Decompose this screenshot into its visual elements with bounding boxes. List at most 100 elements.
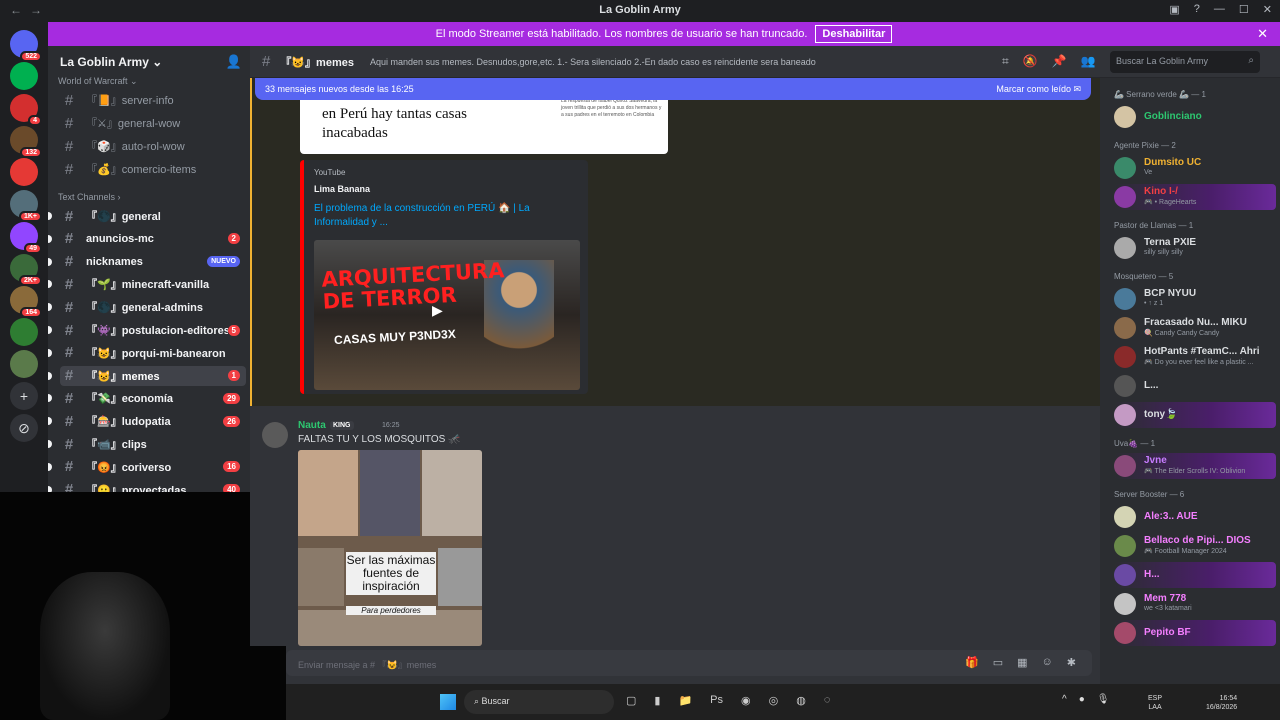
- member-item[interactable]: Fracasado Nu... MIKU 🍭 Candy Candy Candy: [1114, 315, 1276, 341]
- message: Nauta KING 16:25 FALTAS TU Y LOS MOSQUIT…: [250, 414, 1100, 646]
- channel-item[interactable]: # 『💰』comercio-items: [60, 159, 246, 179]
- close-icon[interactable]: ✕: [1257, 26, 1268, 42]
- language-indicator[interactable]: ESP LAA: [1148, 694, 1162, 712]
- new-messages-bar[interactable]: 33 mensajes nuevos desde las 16:25 Marca…: [255, 78, 1091, 100]
- apps-icon[interactable]: ✱: [1067, 656, 1076, 669]
- channel-item[interactable]: # 『🌑』general: [48, 206, 246, 226]
- minimize-button[interactable]: —: [1214, 3, 1225, 16]
- channel-item[interactable]: # 『🌱』minecraft-vanilla: [48, 274, 246, 294]
- channel-item[interactable]: # 『😡』coriverso 16: [48, 457, 246, 477]
- member-item[interactable]: Ale:3.. AUE: [1114, 504, 1276, 530]
- server-icon[interactable]: [10, 158, 38, 186]
- member-item[interactable]: Goblinciano: [1114, 104, 1276, 130]
- video-thumbnail[interactable]: ARQUITECTURA DE TERROR CASAS MUY P3ND3X ▶: [314, 240, 580, 390]
- channel-item[interactable]: # nicknames NUEVO: [48, 252, 246, 272]
- server-icon[interactable]: 522: [10, 30, 42, 62]
- member-item[interactable]: tony🍃: [1114, 402, 1276, 428]
- channel-item[interactable]: # 『👾』postulacion-editores 5: [48, 320, 246, 340]
- app-icon[interactable]: ▮: [654, 694, 660, 707]
- channel-item[interactable]: # 『😺』porqui-mi-banearon: [48, 343, 246, 363]
- channel-topic[interactable]: Aqui manden sus memes. Desnudos,gore,etc…: [370, 57, 816, 67]
- message-author[interactable]: Nauta: [298, 420, 326, 431]
- mark-read-button[interactable]: Marcar como leído ✉: [996, 84, 1081, 95]
- inbox-icon[interactable]: ▣: [1169, 3, 1179, 16]
- threads-icon[interactable]: ⌗: [1002, 54, 1009, 69]
- category-header[interactable]: Text Channels ›: [58, 192, 121, 202]
- avatar[interactable]: [262, 422, 288, 448]
- server-icon[interactable]: 4: [10, 94, 42, 126]
- hash-icon: #: [262, 53, 271, 70]
- maximize-button[interactable]: ☐: [1239, 3, 1249, 16]
- server-icon[interactable]: 1K+: [10, 190, 42, 222]
- hash-icon: #: [64, 91, 74, 109]
- channel-item[interactable]: # anuncios-mc 2: [48, 229, 246, 249]
- gif-icon[interactable]: ▭: [993, 656, 1003, 669]
- news-image[interactable]: en Perú hay tantas casas inacabadas La r…: [300, 98, 668, 154]
- channel-item[interactable]: # 『😺』memes 1: [48, 365, 246, 386]
- tray-icon[interactable]: ●: [1079, 694, 1085, 705]
- folder-icon[interactable]: 📁: [678, 694, 692, 707]
- discover-icon[interactable]: ⊘: [10, 414, 38, 442]
- channel-item[interactable]: # 『💸』economía 29: [48, 388, 246, 408]
- member-item[interactable]: Dumsito UC Ve: [1114, 155, 1276, 181]
- close-window-button[interactable]: ✕: [1263, 3, 1272, 16]
- disable-streamer-button[interactable]: Deshabilitar: [815, 25, 893, 43]
- member-item[interactable]: L...: [1114, 373, 1276, 399]
- sticker-icon[interactable]: ▦: [1017, 656, 1027, 669]
- meme-image[interactable]: Ser las máximas fuentes de inspiración P…: [298, 450, 482, 646]
- member-name: Bellaco de Pipi... DIOS: [1144, 535, 1251, 546]
- pin-icon[interactable]: 📌: [1052, 54, 1067, 69]
- member-item[interactable]: Bellaco de Pipi... DIOS 🎮 Football Manage…: [1114, 533, 1276, 559]
- channel-item[interactable]: # 『📙』server-info: [60, 90, 246, 110]
- help-icon[interactable]: ?: [1194, 3, 1200, 16]
- server-header[interactable]: La Goblin Army ⌄ 👤: [48, 46, 250, 78]
- members-icon[interactable]: 👥: [1081, 54, 1096, 69]
- member-item[interactable]: Pepito BF: [1114, 620, 1276, 646]
- member-item[interactable]: H...: [1114, 562, 1276, 588]
- server-icon[interactable]: 2K+: [10, 254, 42, 286]
- channel-item[interactable]: # 『📹』clips: [48, 434, 246, 454]
- tray-chevron-icon[interactable]: ^: [1062, 694, 1067, 705]
- app-icon-3[interactable]: ◌: [824, 694, 831, 707]
- taskbar-search[interactable]: ⌕ Buscar: [464, 690, 614, 714]
- gift-icon[interactable]: 🎁: [965, 656, 979, 669]
- channel-item[interactable]: # 『⚔』general-wow: [60, 113, 246, 133]
- unread-indicator: [48, 326, 52, 334]
- member-item[interactable]: BCP NYUU • ↑ z 1: [1114, 286, 1276, 312]
- category-header[interactable]: World of Warcraft ⌄: [58, 76, 138, 87]
- photoshop-icon[interactable]: Ps: [710, 694, 723, 707]
- mute-icon[interactable]: 🔕: [1023, 54, 1038, 69]
- server-icon[interactable]: [10, 350, 38, 378]
- embed-title-link[interactable]: El problema de la construcción en PERÚ 🏠…: [314, 202, 554, 230]
- add-server-icon[interactable]: +: [10, 382, 38, 410]
- channel-item[interactable]: # 『😐』proyectadas 40: [48, 480, 246, 492]
- search-input[interactable]: Buscar La Goblin Army ⌕: [1110, 51, 1260, 73]
- channel-item[interactable]: # 『🎲』auto-rol-wow: [60, 136, 246, 156]
- play-icon[interactable]: ▶: [432, 302, 443, 319]
- mic-icon[interactable]: 🎙: [1097, 694, 1110, 705]
- member-item[interactable]: HotPants #TeamC... Ahri 🎮 Do you ever fee…: [1114, 344, 1276, 370]
- member-item[interactable]: Jvne 🎮 The Elder Scrolls IV: Oblivion: [1114, 453, 1276, 479]
- channel-item[interactable]: # 『🌑』general-admins: [48, 297, 246, 317]
- app-icon-2[interactable]: ◍: [796, 694, 806, 707]
- embed-author[interactable]: Lima Banana: [314, 184, 370, 194]
- server-icon[interactable]: 49: [10, 222, 42, 254]
- server-icon[interactable]: 132: [10, 126, 42, 158]
- task-view-icon[interactable]: ▢: [626, 694, 636, 707]
- server-icon[interactable]: [10, 62, 38, 90]
- member-item[interactable]: Terna PXIE silly silly silly: [1114, 235, 1276, 261]
- search-icon: ⌕: [1248, 55, 1254, 66]
- discord-icon[interactable]: ◉: [741, 694, 751, 707]
- server-icon[interactable]: 164: [10, 286, 42, 318]
- server-icon[interactable]: [10, 318, 38, 346]
- member-item[interactable]: Mem 778 we <3 katamari: [1114, 591, 1276, 617]
- channel-item[interactable]: # 『🎰』ludopatia 26: [48, 411, 246, 431]
- window-controls[interactable]: ▣ ? — ☐ ✕: [1169, 3, 1272, 16]
- channel-name: 『📹』clips: [86, 439, 147, 451]
- windows-start-icon[interactable]: [440, 694, 456, 710]
- member-item[interactable]: Kino I-/ 🎮 • RageHearts: [1114, 184, 1276, 210]
- add-member-icon[interactable]: 👤: [226, 54, 242, 70]
- chrome-icon[interactable]: ◎: [769, 694, 779, 707]
- clock[interactable]: 16:54 16/8/2026: [1206, 694, 1237, 712]
- emoji-icon[interactable]: ☺: [1042, 656, 1053, 669]
